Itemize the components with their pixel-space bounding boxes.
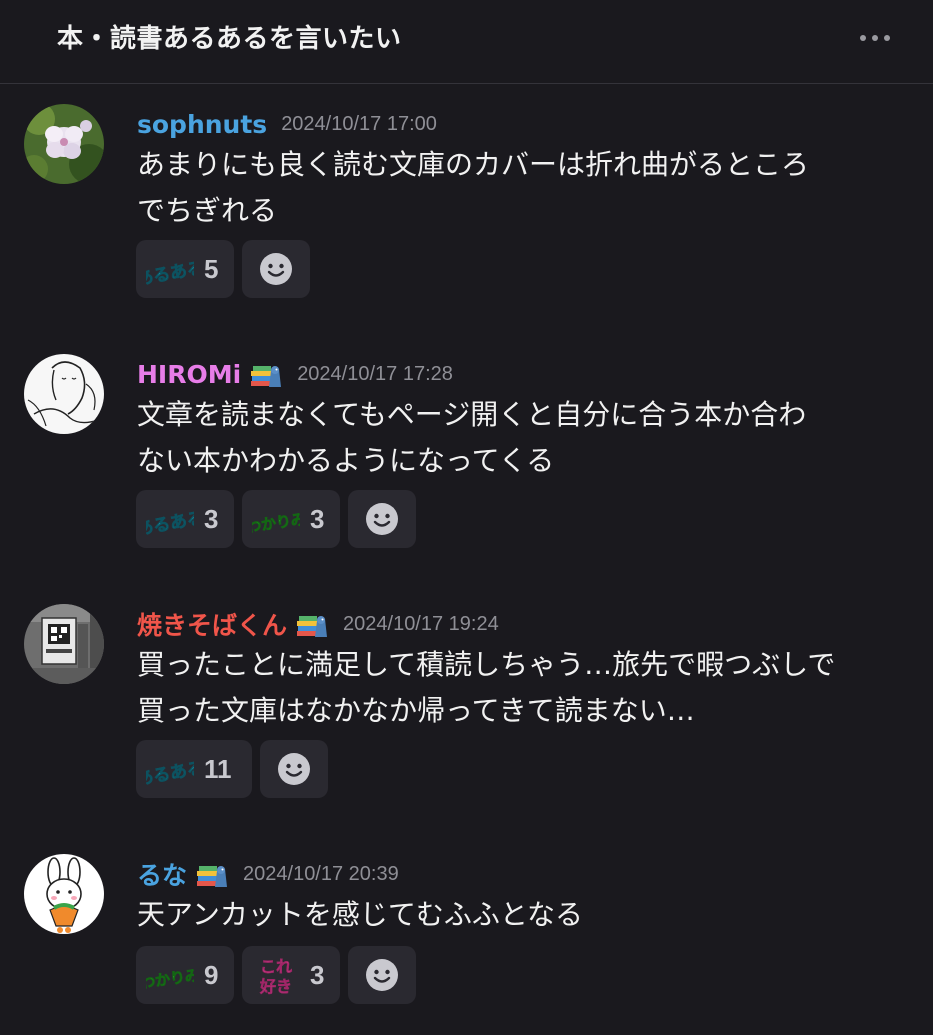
add-reaction-button[interactable] [348, 946, 416, 1004]
timestamp: 2024/10/17 17:00 [281, 112, 437, 135]
smiley-add-icon [366, 959, 398, 991]
reaction-count: 3 [310, 959, 325, 990]
channel-header: 本・読書あるあるを言いたい [0, 0, 933, 84]
message-text: 天アンカットを感じてむふふとなる [137, 892, 917, 938]
svg-text:あるある: あるある [146, 258, 194, 290]
message-line: 買ったことに満足して積読しちゃう…旅先で暇つぶしで [137, 648, 836, 681]
message-line: 天アンカットを感じてむふふとなる [137, 898, 584, 931]
svg-text:わかりみ: わかりみ [252, 510, 300, 536]
book-stack-badge-icon [197, 866, 228, 887]
add-reaction-button[interactable] [348, 490, 416, 548]
wakarimi-stamp-icon: わかりみ [146, 966, 194, 993]
message-line: あまりにも良く読む文庫のカバーは折れ曲がるところ [137, 148, 810, 181]
message-text: 文章を読まなくてもページ開くと自分に合う本か合わ ない本かわかるようになってくる [137, 392, 917, 484]
add-reaction-button[interactable] [242, 240, 310, 298]
reaction-count: 3 [310, 503, 325, 534]
svg-text:これ: これ [260, 957, 292, 976]
avatar[interactable] [24, 604, 104, 684]
message-meta: 焼きそばくん 2024/10/17 19:24 [137, 606, 499, 642]
reaction-bar: あるある 3 わかりみ 3 [136, 490, 416, 548]
message-meta: HIROMi 2024/10/17 17:28 [137, 356, 453, 392]
aruaru-stamp-icon: あるある [146, 258, 194, 290]
message-line: 文章を読まなくてもページ開くと自分に合う本か合わ [137, 398, 807, 431]
avatar[interactable] [24, 104, 104, 184]
reaction-aruaru[interactable]: あるある 11 [136, 740, 252, 798]
reaction-count: 3 [204, 503, 219, 534]
channel-title: 本・読書あるあるを言いたい [57, 24, 402, 54]
svg-text:あるある: あるある [146, 758, 194, 790]
wakarimi-stamp-icon: わかりみ [252, 510, 300, 537]
timestamp: 2024/10/17 20:39 [243, 862, 399, 885]
username[interactable]: 焼きそばくん [137, 606, 287, 642]
svg-text:好き: 好き [259, 977, 292, 996]
message-line: 買った文庫はなかなか帰ってきて読まない… [137, 694, 695, 727]
reaction-aruaru[interactable]: あるある 3 [136, 490, 234, 548]
aruaru-stamp-icon: あるある [146, 758, 194, 790]
book-stack-badge-icon [251, 366, 282, 387]
reaction-bar: あるある 5 [136, 240, 310, 298]
message-text: 買ったことに満足して積読しちゃう…旅先で暇つぶしで 買った文庫はなかなか帰ってき… [137, 642, 917, 734]
username[interactable]: るな [137, 856, 187, 892]
reaction-count: 9 [204, 959, 219, 990]
add-reaction-button[interactable] [260, 740, 328, 798]
avatar[interactable] [24, 854, 104, 934]
message-text: あまりにも良く読む文庫のカバーは折れ曲がるところ でちぎれる [137, 142, 917, 234]
koresuki-stamp-icon: これ 好き [259, 957, 293, 997]
username[interactable]: sophnuts [137, 110, 267, 139]
more-horizontal-icon [860, 35, 866, 41]
book-stack-badge-icon [297, 616, 328, 637]
reaction-wakarimi[interactable]: わかりみ 3 [242, 490, 340, 548]
message-line: ない本かわかるようになってくる [137, 444, 555, 477]
reaction-count: 11 [204, 753, 232, 784]
svg-text:あるある: あるある [146, 508, 194, 540]
reaction-aruaru[interactable]: あるある 5 [136, 240, 234, 298]
avatar[interactable] [24, 354, 104, 434]
smiley-add-icon [278, 753, 310, 785]
aruaru-stamp-icon: あるある [146, 508, 194, 540]
reaction-bar: わかりみ 9 これ 好き 3 [136, 946, 416, 1004]
message-meta: sophnuts 2024/10/17 17:00 [137, 106, 437, 142]
reaction-bar: あるある 11 [136, 740, 328, 798]
reaction-count: 5 [204, 253, 219, 284]
reaction-koresuki[interactable]: これ 好き 3 [242, 946, 340, 1004]
smiley-add-icon [366, 503, 398, 535]
username[interactable]: HIROMi [137, 360, 241, 389]
timestamp: 2024/10/17 17:28 [297, 362, 453, 385]
timestamp: 2024/10/17 19:24 [343, 612, 499, 635]
message-meta: るな 2024/10/17 20:39 [137, 856, 399, 892]
more-options-button[interactable] [852, 26, 898, 50]
message-line: でちぎれる [137, 194, 278, 227]
reaction-wakarimi[interactable]: わかりみ 9 [136, 946, 234, 1004]
smiley-add-icon [260, 253, 292, 285]
svg-text:わかりみ: わかりみ [146, 966, 194, 992]
